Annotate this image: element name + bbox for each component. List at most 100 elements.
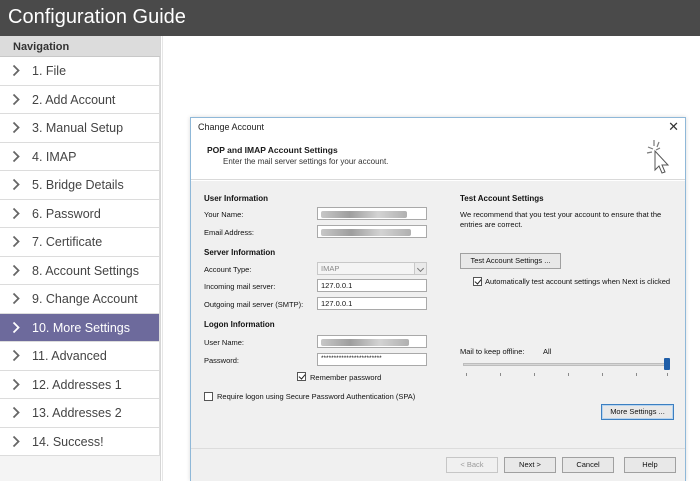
nav-item[interactable]: 6. Password — [0, 199, 160, 228]
dialog-footer: < Back Next > Cancel Help — [191, 448, 685, 481]
chevron-right-icon — [12, 435, 20, 447]
slider-tick — [636, 373, 637, 376]
test-settings-section: Test Account Settings — [460, 194, 544, 203]
test-account-settings-button[interactable]: Test Account Settings ... — [460, 253, 561, 269]
chevron-right-icon — [12, 150, 20, 162]
next-button[interactable]: Next > — [504, 457, 556, 473]
nav-item-label: 2. Add Account — [32, 92, 116, 107]
nav-item-label: 3. Manual Setup — [32, 121, 124, 135]
back-button[interactable]: < Back — [446, 457, 498, 473]
slider-tick — [568, 373, 569, 376]
app-title: Configuration Guide — [8, 6, 186, 28]
outgoing-server-label: Outgoing mail server (SMTP): — [204, 300, 304, 309]
user-name-label: User Name: — [204, 338, 245, 347]
close-icon[interactable]: ✕ — [668, 119, 679, 135]
nav-item[interactable]: 9. Change Account — [0, 285, 160, 314]
chevron-down-icon — [414, 263, 426, 274]
slider-tick — [466, 373, 467, 376]
auto-test-checkbox[interactable] — [473, 277, 482, 286]
nav-item-label: 8. Account Settings — [32, 263, 140, 278]
email-label: Email Address: — [204, 228, 255, 237]
chevron-right-icon — [12, 93, 20, 105]
app-titlebar: Configuration Guide — [0, 0, 700, 36]
nav-item[interactable]: 5. Bridge Details — [0, 171, 160, 200]
cancel-button[interactable]: Cancel — [562, 457, 614, 473]
chevron-right-icon — [12, 178, 20, 191]
mail-offline-value: All — [543, 347, 552, 356]
mail-offline-slider-track[interactable] — [463, 363, 667, 366]
chevron-right-icon — [12, 235, 20, 248]
nav-item[interactable]: 12. Addresses 1 — [0, 370, 160, 399]
chevron-right-icon — [12, 292, 20, 305]
chevron-right-icon — [12, 264, 20, 276]
slider-tick — [534, 373, 535, 376]
outgoing-server-field[interactable]: 127.0.0.1 — [317, 297, 427, 310]
nav-item-label: 5. Bridge Details — [32, 178, 124, 192]
nav-list: 1. File 2. Add Account 3. Manual Setup 4. I… — [0, 57, 160, 456]
more-settings-button[interactable]: More Settings ... — [601, 404, 674, 420]
nav-item[interactable]: 10. More Settings — [0, 313, 160, 342]
nav-item[interactable]: 4. IMAP — [0, 142, 160, 171]
user-info-section: User Information — [204, 194, 269, 203]
help-button[interactable]: Help — [624, 457, 676, 473]
nav-item[interactable]: 7. Certificate — [0, 228, 160, 257]
password-label: Password: — [204, 356, 240, 365]
nav-item-label: 13. Addresses 2 — [32, 406, 122, 420]
email-field[interactable] — [317, 225, 427, 238]
nav-item-label: 12. Addresses 1 — [32, 377, 122, 392]
remember-password-label: Remember password — [310, 373, 382, 382]
chevron-right-icon — [12, 207, 20, 219]
account-type-label: Account Type: — [204, 265, 252, 274]
dialog-heading: POP and IMAP Account Settings — [207, 145, 338, 155]
chevron-right-icon — [12, 64, 20, 77]
redacted-name — [321, 210, 407, 218]
nav-item[interactable]: 13. Addresses 2 — [0, 399, 160, 428]
nav-item-label: 4. IMAP — [32, 149, 77, 164]
nav-item-label: 9. Change Account — [32, 292, 138, 306]
auto-test-label: Automatically test account settings when… — [485, 277, 671, 286]
spa-label: Require logon using Secure Password Auth… — [217, 392, 416, 401]
dialog-body: User Information Your Name: Email Addres… — [191, 181, 685, 448]
dialog-title: Change Account — [198, 122, 265, 132]
test-description: We recommend that you test your account … — [460, 210, 662, 229]
nav-item[interactable]: 3. Manual Setup — [0, 114, 160, 143]
nav-item[interactable]: 1. File — [0, 57, 160, 86]
chevron-right-icon — [12, 378, 20, 390]
incoming-server-label: Incoming mail server: — [204, 282, 276, 291]
mail-offline-label: Mail to keep offline: — [460, 347, 525, 356]
password-field[interactable]: ************************ — [317, 353, 427, 366]
logon-info-section: Logon Information — [204, 320, 275, 329]
redacted-username — [321, 338, 409, 346]
account-type-value: IMAP — [321, 264, 340, 273]
nav-item-label: 14. Success! — [32, 434, 104, 449]
slider-tick — [602, 373, 603, 376]
your-name-field[interactable] — [317, 207, 427, 220]
nav-item-label: 11. Advanced — [32, 349, 107, 363]
remember-password-checkbox[interactable] — [297, 372, 306, 381]
account-type-select[interactable]: IMAP — [317, 262, 427, 275]
your-name-label: Your Name: — [204, 210, 244, 219]
nav-item[interactable]: 8. Account Settings — [0, 256, 160, 285]
nav-item[interactable]: 14. Success! — [0, 427, 160, 456]
wizard-cursor-icon — [646, 140, 670, 174]
nav-item[interactable]: 11. Advanced — [0, 342, 160, 371]
sidebar: Navigation 1. File 2. Add Account 3. Manua… — [0, 36, 161, 481]
spa-checkbox[interactable] — [204, 392, 213, 401]
nav-header: Navigation — [0, 36, 160, 57]
chevron-right-icon — [12, 321, 20, 333]
nav-item-label: 1. File — [32, 64, 67, 78]
nav-item-label: 7. Certificate — [32, 235, 103, 249]
chevron-right-icon — [12, 121, 20, 134]
slider-tick — [667, 373, 668, 376]
nav-item-label: 6. Password — [32, 206, 101, 221]
change-account-dialog: Change Account ✕ POP and IMAP Account Se… — [190, 117, 686, 481]
chevron-right-icon — [12, 406, 20, 419]
dialog-subheading: Enter the mail server settings for your … — [223, 157, 389, 166]
mail-offline-slider-thumb[interactable] — [664, 358, 670, 370]
slider-tick — [500, 373, 501, 376]
server-info-section: Server Information — [204, 248, 276, 257]
user-name-field[interactable] — [317, 335, 427, 348]
incoming-server-field[interactable]: 127.0.0.1 — [317, 279, 427, 292]
chevron-right-icon — [12, 349, 20, 362]
nav-item[interactable]: 2. Add Account — [0, 85, 160, 114]
